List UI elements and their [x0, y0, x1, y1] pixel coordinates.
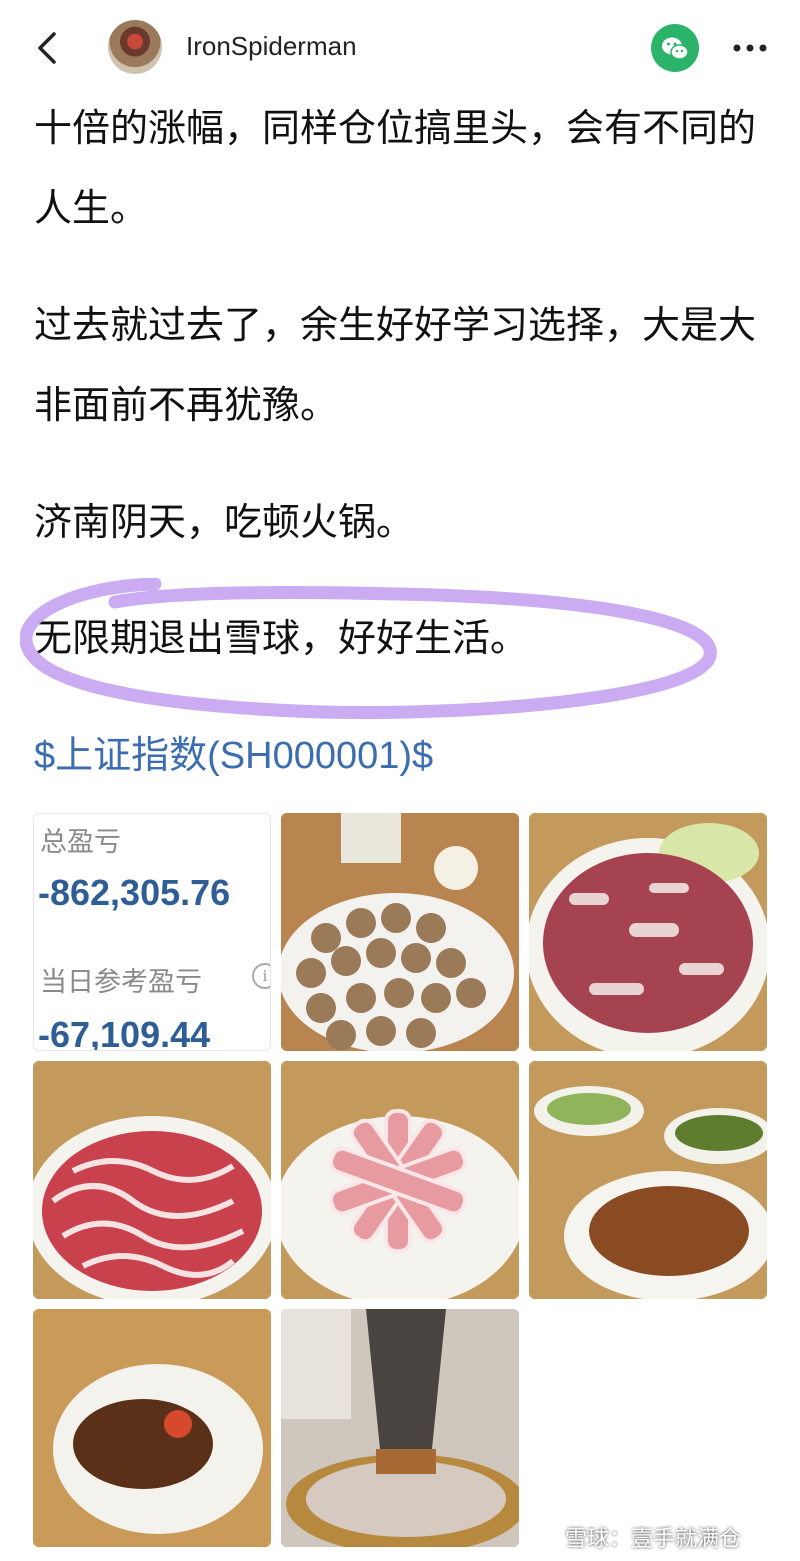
peanuts-photo[interactable]	[529, 1061, 767, 1299]
post-paragraph: 过去就过去了，余生好好学习选择，大是大非面前不再犹豫。	[34, 303, 757, 427]
lamb-rolls-illustration	[33, 1061, 271, 1299]
post-paragraph: 十倍的涨幅，同样仓位搞里头，会有不同的人生。	[34, 106, 757, 230]
total-profit-label: 总盈亏	[40, 827, 121, 858]
avatar[interactable]	[108, 20, 162, 74]
post-paragraph: 济南阴天，吃顿火锅。	[34, 500, 415, 544]
lamb-rolls-illustration	[281, 1061, 519, 1299]
daily-profit-label: 当日参考盈亏	[40, 967, 202, 998]
screenshot-thumbnail[interactable]: 总盈亏 -862,305.76 当日参考盈亏 i -67,109.44	[33, 813, 271, 1051]
meatballs-photo[interactable]	[281, 813, 519, 1051]
lamb-rolls-photo-1[interactable]	[33, 1061, 271, 1299]
wechat-share-button[interactable]	[651, 24, 699, 72]
sliced-meat-illustration	[529, 813, 767, 1051]
daily-profit-value: -67,109.44	[38, 1014, 211, 1051]
sliced-meat-photo[interactable]	[529, 813, 767, 1051]
top-bar: IronSpiderman	[0, 0, 800, 96]
back-arrow-icon[interactable]	[28, 26, 68, 70]
peanuts-illustration	[529, 1061, 767, 1299]
total-profit-value: -862,305.76	[38, 872, 231, 913]
beef-dish-photo[interactable]	[33, 1309, 271, 1547]
beef-dish-illustration	[33, 1309, 271, 1547]
info-icon: i	[252, 963, 270, 989]
lamb-rolls-photo-2[interactable]	[281, 1061, 519, 1299]
xueqiu-watermark: 雪球：壹手就满仓	[565, 1527, 742, 1552]
username[interactable]: IronSpiderman	[186, 31, 357, 62]
wechat-icon	[662, 37, 689, 60]
meatballs-illustration	[281, 813, 519, 1051]
post-paragraph: 无限期退出雪球，好好生活。	[34, 616, 529, 660]
copper-hotpot-photo[interactable]	[281, 1309, 519, 1547]
stock-tag-link[interactable]: $上证指数(SH000001)$	[34, 724, 433, 788]
more-icon[interactable]	[728, 26, 772, 70]
copper-hotpot-illustration	[281, 1309, 519, 1547]
